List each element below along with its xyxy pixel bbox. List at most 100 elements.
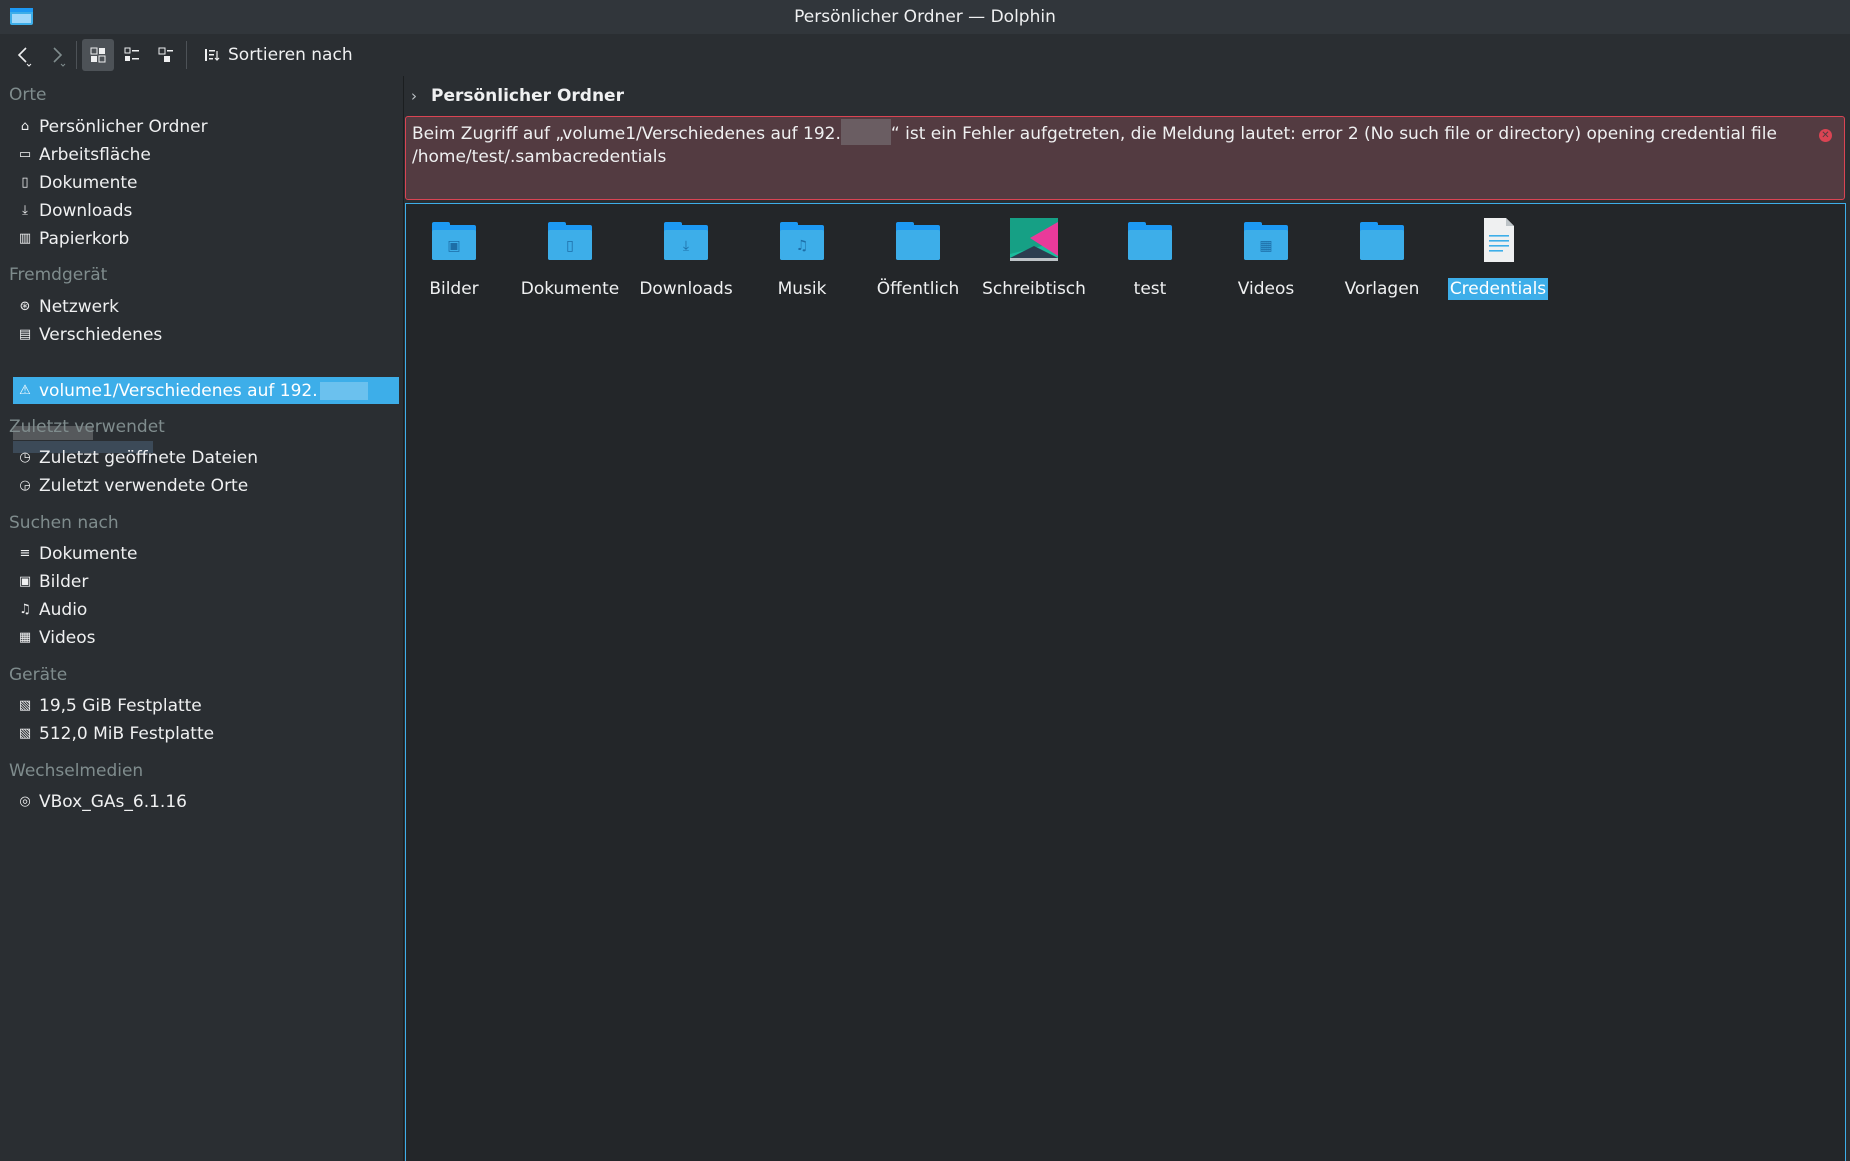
place-label: 512,0 MiB Festplatte	[39, 723, 215, 744]
harddisk-icon: ▧	[18, 726, 32, 741]
place-label: VBox_GAs_6.1.16	[39, 791, 187, 812]
search-dokumente[interactable]: ≡ Dokumente	[13, 540, 399, 567]
view-icons-icon	[90, 47, 106, 63]
folder-icon	[1360, 222, 1404, 260]
compact-view-button[interactable]	[116, 39, 148, 71]
file-name: Vorlagen	[1344, 279, 1420, 299]
file-item-dokumente[interactable]: ▯ Dokumente	[514, 216, 626, 299]
home-icon: ⌂	[20, 119, 30, 134]
device-512-mib[interactable]: ▧ 512,0 MiB Festplatte	[13, 720, 399, 747]
file-item-musik[interactable]: ♫ Musik	[746, 216, 858, 299]
file-name: Bilder	[429, 279, 479, 299]
forward-arrow-icon	[53, 47, 66, 67]
section-heading-fremdgeraet: Fremdgerät	[9, 265, 108, 285]
file-name: test	[1133, 279, 1167, 299]
chevron-right-icon[interactable]: ›	[411, 87, 417, 105]
removable-vbox-gas[interactable]: ◎ VBox_GAs_6.1.16	[13, 788, 399, 815]
file-name: Schreibtisch	[982, 279, 1086, 299]
file-name: Videos	[1237, 279, 1295, 299]
file-item-vorlagen[interactable]: Vorlagen	[1326, 216, 1438, 299]
place-downloads[interactable]: ⤓ Downloads	[13, 197, 399, 224]
folder-download-icon: ⤓	[664, 222, 708, 260]
file-name: Downloads	[639, 279, 733, 299]
text-file-icon	[1484, 218, 1514, 262]
file-item-downloads[interactable]: ⤓ Downloads	[630, 216, 742, 299]
place-label: Arbeitsfläche	[39, 144, 151, 165]
place-label: Videos	[39, 627, 96, 648]
file-item-oeffentlich[interactable]: Öffentlich	[862, 216, 974, 299]
place-label: Dokumente	[39, 543, 138, 564]
section-heading-suchen: Suchen nach	[9, 513, 119, 533]
section-heading-orte: Orte	[9, 85, 47, 105]
file-item-schreibtisch[interactable]: Schreibtisch	[978, 216, 1090, 299]
recent-places-icon: ◶	[19, 478, 31, 493]
sort-button[interactable]: Sortieren nach	[198, 39, 359, 71]
place-papierkorb[interactable]: ▥ Papierkorb	[13, 225, 399, 252]
file-item-videos[interactable]: ▦ Videos	[1210, 216, 1322, 299]
place-label: Papierkorb	[39, 228, 130, 249]
place-dokumente[interactable]: ▯ Dokumente	[13, 169, 399, 196]
file-name: Credentials	[1447, 278, 1549, 300]
place-label: Persönlicher Ordner	[39, 116, 208, 137]
sort-icon	[205, 49, 220, 61]
breadcrumb: › Persönlicher Ordner	[405, 82, 624, 110]
section-heading-wechselmedien: Wechselmedien	[9, 761, 144, 781]
section-heading-zuletzt: Zuletzt verwendet	[9, 417, 165, 437]
place-label: 19,5 GiB Festplatte	[39, 695, 202, 716]
folder-pictures-icon: ▣	[432, 222, 476, 260]
desktop-icon: ▭	[18, 147, 32, 162]
network-share-error-icon: ⚠	[19, 383, 31, 398]
view-details-icon	[158, 47, 173, 62]
sort-label: Sortieren nach	[228, 45, 353, 65]
device-19-5-gib[interactable]: ▧ 19,5 GiB Festplatte	[13, 692, 399, 719]
file-view[interactable]: ▣ Bilder ▯ Dokumente ⤓ Downloads ♫ Musik…	[405, 203, 1846, 1161]
window-title: Persönlicher Ordner — Dolphin	[794, 7, 1056, 27]
place-netzwerk[interactable]: ⊛ Netzwerk	[13, 293, 399, 320]
places-panel: Orte ⌂ Persönlicher Ordner ▭ Arbeitsfläc…	[0, 76, 403, 1161]
back-arrow-icon	[17, 47, 32, 67]
place-label: Verschiedenes	[39, 324, 163, 345]
download-icon: ⤓	[22, 203, 28, 218]
file-name: Öffentlich	[876, 279, 960, 299]
place-arbeitsflaeche[interactable]: ▭ Arbeitsfläche	[13, 141, 399, 168]
place-label: Netzwerk	[39, 296, 119, 317]
place-verschiedenes[interactable]: ▤ Verschiedenes	[13, 321, 399, 348]
folder-music-icon: ♫	[780, 222, 824, 260]
close-icon[interactable]: ✕	[1819, 129, 1832, 142]
place-persoenlicher-ordner[interactable]: ⌂ Persönlicher Ordner	[13, 113, 399, 140]
breadcrumb-current[interactable]: Persönlicher Ordner	[431, 86, 624, 106]
error-text-part-1: Beim Zugriff auf „volume1/Verschiedenes …	[412, 124, 841, 144]
place-label: Zuletzt geöffnete Dateien	[39, 447, 258, 468]
file-item-credentials[interactable]: Credentials	[1442, 216, 1554, 300]
icons-view-button[interactable]	[82, 39, 114, 71]
place-label: volume1/Verschiedenes auf 192.	[39, 380, 318, 401]
file-item-bilder[interactable]: ▣ Bilder	[398, 216, 510, 299]
place-recent-files[interactable]: ◷ Zuletzt geöffnete Dateien	[13, 444, 399, 471]
video-icon: ▦	[18, 630, 32, 645]
place-label: Bilder	[39, 571, 89, 592]
place-label: Audio	[39, 599, 88, 620]
text-document-icon: ≡	[19, 546, 31, 561]
view-compact-icon	[124, 47, 139, 61]
document-icon: ▯	[21, 175, 29, 190]
folder-icon	[1128, 222, 1172, 260]
place-volume1-share[interactable]: ⚠ volume1/Verschiedenes auf 192.	[13, 377, 399, 404]
recent-files-icon: ◷	[19, 450, 31, 465]
place-label: Dokumente	[39, 172, 138, 193]
details-view-button[interactable]	[150, 39, 182, 71]
music-note-icon: ♫	[19, 602, 31, 617]
image-icon: ▣	[18, 574, 32, 589]
place-label: Downloads	[39, 200, 133, 221]
folder-videos-icon: ▦	[1244, 222, 1288, 260]
file-item-test[interactable]: test	[1094, 216, 1206, 299]
search-bilder[interactable]: ▣ Bilder	[13, 568, 399, 595]
back-button[interactable]	[10, 39, 38, 71]
desktop-folder-icon	[1010, 218, 1058, 261]
server-icon: ▤	[18, 327, 32, 342]
search-videos[interactable]: ▦ Videos	[13, 624, 399, 651]
forward-button[interactable]	[44, 39, 72, 71]
search-audio[interactable]: ♫ Audio	[13, 596, 399, 623]
toolbar: Sortieren nach	[0, 35, 1850, 75]
place-recent-places[interactable]: ◶ Zuletzt verwendete Orte	[13, 472, 399, 499]
network-icon: ⊛	[19, 299, 31, 314]
